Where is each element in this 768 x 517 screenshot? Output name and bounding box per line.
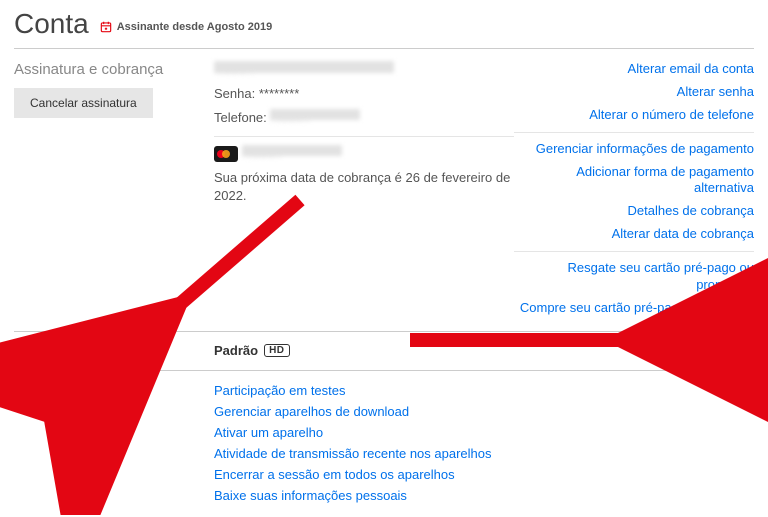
- config-signout-link[interactable]: Encerrar a sessão em todos os aparelhos: [214, 467, 514, 482]
- billing-section: Assinatura e cobrança Cancelar assinatur…: [14, 49, 754, 332]
- phone-blurred: hidden: [270, 109, 360, 120]
- change-password-link[interactable]: Alterar senha: [514, 84, 754, 101]
- next-billing-text: Sua próxima data de cobrança é 26 de fev…: [214, 169, 514, 205]
- password-label: Senha:: [214, 86, 255, 101]
- config-activity-link[interactable]: Atividade de transmissão recente nos apa…: [214, 446, 514, 461]
- config-download-info-link[interactable]: Baixe suas informações pessoais: [214, 488, 514, 503]
- manage-payment-link[interactable]: Gerenciar informações de pagamento: [514, 141, 754, 158]
- phone-label: Telefone:: [214, 110, 267, 125]
- config-activate-link[interactable]: Ativar um aparelho: [214, 425, 514, 440]
- change-plan-link[interactable]: Alterar plano: [680, 343, 754, 358]
- config-section: Configurações Participação em testes Ger…: [14, 371, 754, 517]
- plan-name: Padrão: [214, 343, 258, 358]
- card-number-blurred: hidden: [242, 145, 342, 156]
- password-value: ********: [259, 86, 299, 101]
- config-tests-link[interactable]: Participação em testes: [214, 383, 514, 398]
- buy-prepaid-link[interactable]: Compre seu cartão pré-pago Netflix aqui: [514, 300, 754, 317]
- cancel-subscription-button[interactable]: Cancelar assinatura: [14, 88, 153, 118]
- add-alt-payment-link[interactable]: Adicionar forma de pagamento alternativa: [514, 164, 754, 198]
- mastercard-icon: [214, 146, 238, 162]
- billing-heading: Assinatura e cobrança: [14, 61, 214, 78]
- subscriber-icon: [99, 20, 113, 34]
- change-billing-date-link[interactable]: Alterar data de cobrança: [514, 226, 754, 243]
- change-phone-link[interactable]: Alterar o número de telefone: [514, 107, 754, 124]
- config-downloads-link[interactable]: Gerenciar aparelhos de download: [214, 404, 514, 419]
- billing-details-link[interactable]: Detalhes de cobrança: [514, 203, 754, 220]
- redeem-link[interactable]: Resgate seu cartão pré-pago ou promoção: [514, 260, 754, 294]
- page-title: Conta: [14, 8, 89, 40]
- config-heading: Configurações: [14, 383, 214, 400]
- subscriber-since-badge: Assinante desde Agosto 2019: [99, 20, 272, 34]
- plan-heading: Detalhes do plano: [14, 342, 214, 359]
- hd-badge: HD: [264, 344, 289, 357]
- email-blurred: hidden: [214, 61, 394, 73]
- plan-section: Detalhes do plano Padrão HD Alterar plan…: [14, 332, 754, 371]
- change-email-link[interactable]: Alterar email da conta: [514, 61, 754, 78]
